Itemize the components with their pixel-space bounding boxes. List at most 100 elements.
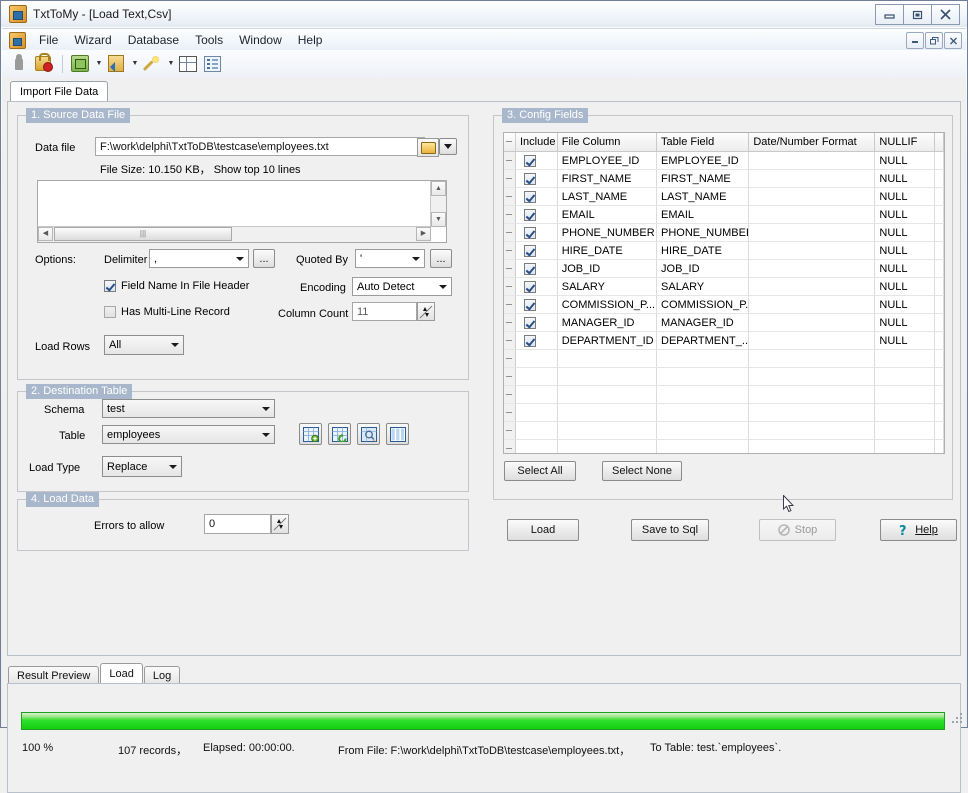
cell-format[interactable] [749,260,876,277]
refresh-table-icon[interactable] [328,423,351,445]
cell-nullif[interactable]: NULL [875,152,935,169]
field-name-header-checkbox[interactable]: Field Name In File Header [104,280,249,292]
select-all-button[interactable]: Select All [504,461,576,481]
user-icon[interactable] [8,53,30,75]
save-to-sql-button[interactable]: Save to Sql [631,519,709,541]
cell-include[interactable] [516,350,558,367]
cell-format[interactable] [749,350,876,367]
delimiter-browse-button[interactable]: ... [253,249,275,268]
schema-combo[interactable]: test [102,399,275,418]
cell-table-field[interactable]: COMMISSION_P... [657,296,750,313]
cell-format[interactable] [749,224,876,241]
quoted-by-combo[interactable]: ' [355,249,425,268]
cell-table-field[interactable]: MANAGER_ID [657,314,750,331]
column-header-table-field[interactable]: Table Field [657,133,750,151]
menu-window[interactable]: Window [231,31,290,49]
cell-include[interactable] [516,188,558,205]
wizard-dropdown-icon[interactable]: ▼ [165,53,177,75]
cell-file-column[interactable] [558,350,658,367]
tab-load[interactable]: Load [100,663,143,685]
select-none-button[interactable]: Select None [602,461,682,481]
cell-format[interactable] [749,368,876,385]
cell-include[interactable] [516,368,558,385]
cell-include[interactable] [516,242,558,259]
export-green-icon[interactable] [69,53,91,75]
close-button[interactable] [931,4,960,25]
include-checkbox[interactable] [524,154,536,167]
table-row[interactable] [504,350,944,368]
menu-wizard[interactable]: Wizard [66,31,119,49]
table-columns-icon[interactable] [386,423,409,445]
cell-table-field[interactable]: DEPARTMENT_... [657,332,750,349]
cell-include[interactable] [516,278,558,295]
cell-include[interactable] [516,404,558,421]
data-file-input[interactable]: F:\work\delphi\TxtToDB\testcase\employee… [95,137,425,156]
table-row[interactable] [504,386,944,404]
column-count-spinner[interactable] [417,302,435,321]
include-checkbox[interactable] [524,190,536,203]
cell-table-field[interactable]: FIRST_NAME [657,170,750,187]
scroll-right-button[interactable]: ▶ [416,227,431,241]
table-combo[interactable]: employees [102,425,275,444]
export-dropdown-icon[interactable]: ▼ [93,53,105,75]
cell-file-column[interactable]: HIRE_DATE [558,242,658,259]
cell-file-column[interactable]: SALARY [558,278,658,295]
cell-file-column[interactable]: EMPLOYEE_ID [558,152,658,169]
table-row[interactable]: EMAIL EMAIL NULL [504,206,944,224]
column-header-nullif[interactable]: NULLIF [875,133,935,151]
cell-format[interactable] [749,152,876,169]
cell-file-column[interactable]: FIRST_NAME [558,170,658,187]
table-row[interactable]: FIRST_NAME FIRST_NAME NULL [504,170,944,188]
cell-file-column[interactable] [558,368,658,385]
cell-file-column[interactable]: LAST_NAME [558,188,658,205]
column-header-include[interactable]: Include [516,133,558,151]
cell-table-field[interactable]: JOB_ID [657,260,750,277]
table-row[interactable]: COMMISSION_P... COMMISSION_P... NULL [504,296,944,314]
cell-nullif[interactable] [875,350,935,367]
import-door-icon[interactable] [105,53,127,75]
cell-include[interactable] [516,440,558,453]
import-dropdown-icon[interactable]: ▼ [129,53,141,75]
cell-format[interactable] [749,188,876,205]
object-list-icon[interactable] [201,53,223,75]
cell-table-field[interactable]: HIRE_DATE [657,242,750,259]
menu-tools[interactable]: Tools [187,31,231,49]
table-row[interactable]: DEPARTMENT_ID DEPARTMENT_... NULL [504,332,944,350]
table-row[interactable]: JOB_ID JOB_ID NULL [504,260,944,278]
load-button[interactable]: Load [507,519,579,541]
help-button[interactable]: ? Help [880,519,957,541]
cell-format[interactable] [749,170,876,187]
config-fields-grid[interactable]: Include File Column Table Field Date/Num… [503,132,945,454]
cell-nullif[interactable]: NULL [875,206,935,223]
cell-format[interactable] [749,404,876,421]
cell-format[interactable] [749,422,876,439]
column-header-format[interactable]: Date/Number Format [749,133,876,151]
maximize-button[interactable] [903,4,932,25]
data-file-history-dropdown[interactable] [439,138,457,155]
cell-table-field[interactable] [657,404,750,421]
mdi-close-button[interactable] [944,32,962,49]
include-checkbox[interactable] [524,208,536,221]
cell-table-field[interactable] [657,422,750,439]
file-preview-memo[interactable]: 'EMPLOYEE_ID','FIRST_NAME','LAST_NAME','… [37,180,447,243]
scroll-left-button[interactable]: ◀ [38,227,53,241]
load-rows-combo[interactable]: All [104,335,184,355]
cell-nullif[interactable] [875,440,935,453]
cell-include[interactable] [516,314,558,331]
cell-nullif[interactable]: NULL [875,278,935,295]
cell-format[interactable] [749,440,876,453]
column-header-file-column[interactable]: File Column [557,133,658,151]
cell-file-column[interactable] [558,386,658,403]
cell-nullif[interactable]: NULL [875,314,935,331]
cell-table-field[interactable]: SALARY [657,278,750,295]
cell-table-field[interactable]: LAST_NAME [657,188,750,205]
cell-include[interactable] [516,260,558,277]
scroll-down-button[interactable]: ▼ [431,212,446,227]
scroll-up-button[interactable]: ▲ [431,181,446,196]
table-row[interactable]: EMPLOYEE_ID EMPLOYEE_ID NULL [504,152,944,170]
table-row[interactable]: HIRE_DATE HIRE_DATE NULL [504,242,944,260]
include-checkbox[interactable] [524,298,536,311]
multiline-record-checkbox[interactable]: Has Multi-Line Record [104,306,230,318]
table-row[interactable] [504,440,944,453]
menu-database[interactable]: Database [120,31,187,49]
